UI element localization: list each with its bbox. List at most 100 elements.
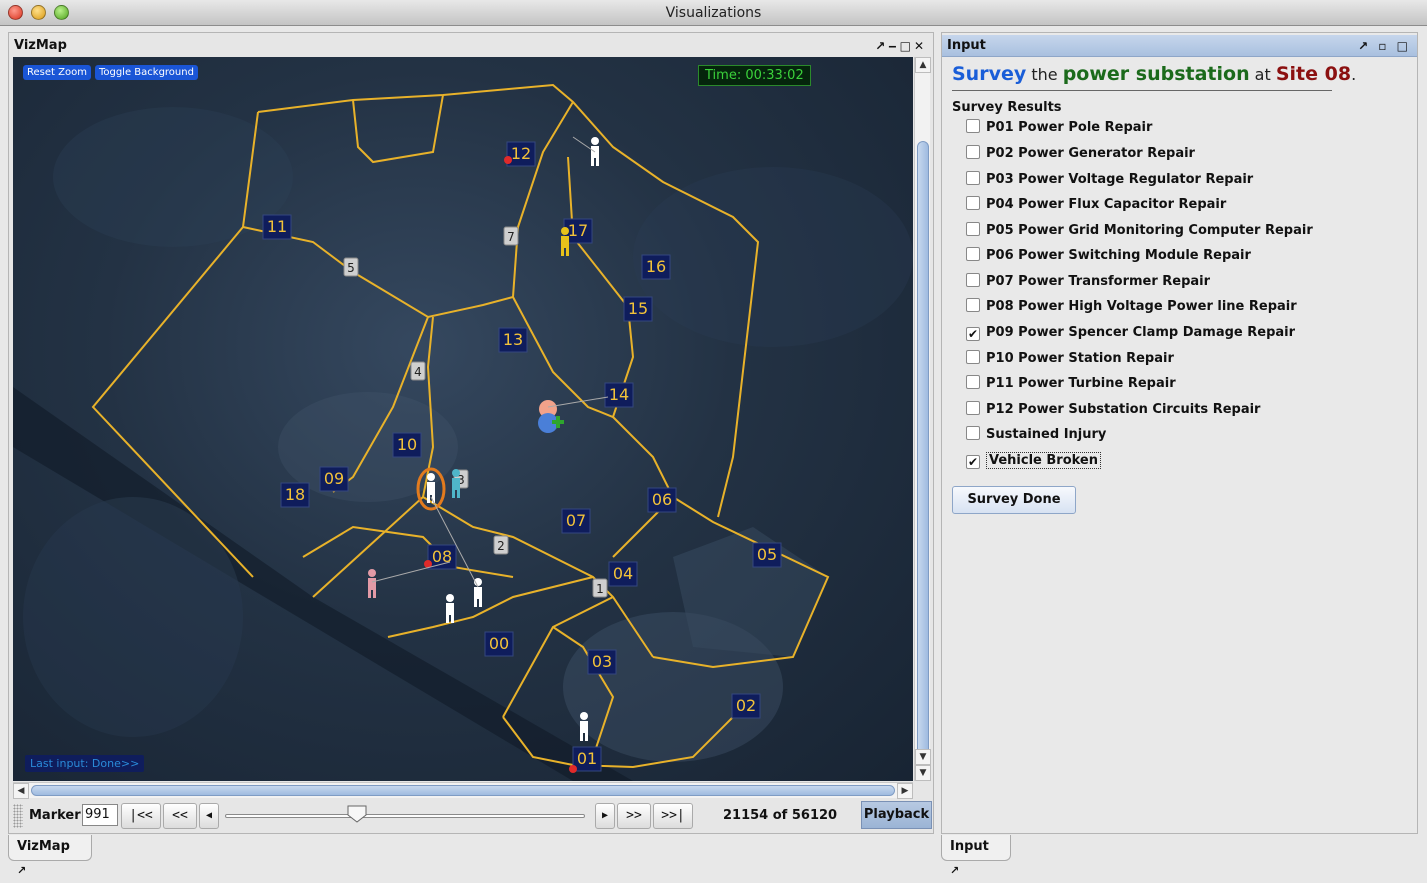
waypoint-5[interactable]: 5 xyxy=(343,257,359,277)
result-p02[interactable]: P02 Power Generator Repair xyxy=(966,144,1195,164)
site-marker-01[interactable]: 01 xyxy=(572,746,602,772)
checkbox[interactable] xyxy=(966,247,980,261)
result-p07[interactable]: P07 Power Transformer Repair xyxy=(966,272,1210,292)
result-p01[interactable]: P01 Power Pole Repair xyxy=(966,118,1152,138)
site-marker-05[interactable]: 05 xyxy=(752,542,782,568)
waypoint-2[interactable]: 2 xyxy=(493,535,509,555)
result-p11[interactable]: P11 Power Turbine Repair xyxy=(966,374,1176,394)
checkbox-checked[interactable]: ✔ xyxy=(966,327,980,341)
horizontal-scrollbar[interactable]: ◀ ▶ xyxy=(13,782,913,799)
horizontal-scroll-thumb[interactable] xyxy=(31,785,895,796)
checkbox[interactable] xyxy=(966,350,980,364)
map-toolbar: Reset Zoom Toggle Background xyxy=(23,65,198,80)
site-marker-07[interactable]: 07 xyxy=(561,508,591,534)
first-frame-button[interactable]: |<< xyxy=(121,803,161,829)
playback-button[interactable]: Playback xyxy=(861,801,932,829)
result-p03[interactable]: P03 Power Voltage Regulator Repair xyxy=(966,170,1253,190)
site-marker-16[interactable]: 16 xyxy=(641,254,671,280)
checkbox-checked[interactable]: ✔ xyxy=(966,455,980,469)
minimize-window-button[interactable] xyxy=(31,5,46,20)
tab-vizmap[interactable]: VizMap ↗ xyxy=(8,835,92,877)
panel-window-icons[interactable]: ↗ ▫ □ xyxy=(1358,35,1411,57)
site-label: 13 xyxy=(503,330,523,349)
scroll-right-button[interactable]: ▶ xyxy=(897,783,913,799)
site-marker-13[interactable]: 13 xyxy=(498,327,528,353)
survey-results-title: Survey Results xyxy=(952,100,1062,115)
person-icon xyxy=(368,569,376,598)
result-p12[interactable]: P12 Power Substation Circuits Repair xyxy=(966,400,1260,420)
undock-icon[interactable]: ↗ xyxy=(950,864,959,877)
checkbox[interactable] xyxy=(966,222,980,236)
site-marker-04[interactable]: 04 xyxy=(608,561,638,587)
site-marker-06[interactable]: 06 xyxy=(647,487,677,513)
result-p08[interactable]: P08 Power High Voltage Power line Repair xyxy=(966,297,1297,317)
map-canvas[interactable]: 00 01 02 03 04 05 06 07 08 09 10 11 12 1… xyxy=(13,57,913,781)
close-window-button[interactable] xyxy=(8,5,23,20)
reset-zoom-button[interactable]: Reset Zoom xyxy=(23,65,91,80)
site-marker-08[interactable]: 08 xyxy=(427,544,457,570)
scroll-left-button[interactable]: ◀ xyxy=(13,783,29,799)
result-vehicle-broken[interactable]: ✔ Vehicle Broken xyxy=(966,451,1102,471)
checkbox[interactable] xyxy=(966,273,980,287)
frame-counter: 21154 of 56120 xyxy=(723,808,838,823)
site-marker-09[interactable]: 09 xyxy=(319,466,349,492)
tab-input[interactable]: Input ↗ xyxy=(941,835,1011,877)
checkbox[interactable] xyxy=(966,401,980,415)
toggle-background-button[interactable]: Toggle Background xyxy=(94,65,198,80)
scroll-down-button-2[interactable]: ▼ xyxy=(915,765,931,781)
link-line xyxy=(371,561,451,583)
checkbox[interactable] xyxy=(966,119,980,133)
site-label: 15 xyxy=(628,299,648,318)
result-p10[interactable]: P10 Power Station Repair xyxy=(966,349,1174,369)
svg-text:2: 2 xyxy=(497,539,505,553)
result-p09[interactable]: ✔ P09 Power Spencer Clamp Damage Repair xyxy=(966,323,1295,343)
site-marker-02[interactable]: 02 xyxy=(731,693,761,719)
timeline-slider-knob[interactable] xyxy=(347,805,367,823)
checkbox[interactable] xyxy=(966,145,980,159)
waypoint-4[interactable]: 4 xyxy=(410,361,426,381)
step-forward-button[interactable]: ▶ xyxy=(595,803,615,829)
previous-button[interactable]: << xyxy=(163,803,197,829)
result-p04[interactable]: P04 Power Flux Capacitor Repair xyxy=(966,195,1226,215)
input-header: Input ↗ ▫ □ xyxy=(942,35,1417,57)
checkbox[interactable] xyxy=(966,298,980,312)
site-marker-14[interactable]: 14 xyxy=(604,382,634,408)
survey-done-button[interactable]: Survey Done xyxy=(952,486,1076,514)
site-marker-03[interactable]: 03 xyxy=(587,649,617,675)
marker-input[interactable]: 991 xyxy=(82,804,118,826)
site-label: 05 xyxy=(757,545,777,564)
site-marker-15[interactable]: 15 xyxy=(623,296,653,322)
last-frame-button[interactable]: >>| xyxy=(653,803,693,829)
panel-window-icons[interactable]: ↗‒□✕ xyxy=(875,35,927,57)
step-back-button[interactable]: ◀ xyxy=(199,803,219,829)
result-p05[interactable]: P05 Power Grid Monitoring Computer Repai… xyxy=(966,221,1313,241)
site-label: 00 xyxy=(489,634,509,653)
waypoint-1[interactable]: 1 xyxy=(592,578,608,598)
result-sustained-injury[interactable]: Sustained Injury xyxy=(966,425,1106,445)
site-marker-10[interactable]: 10 xyxy=(392,432,422,458)
site-marker-18[interactable]: 18 xyxy=(280,482,310,508)
toolbar-grip[interactable] xyxy=(13,804,23,828)
vizmap-title: VizMap xyxy=(14,38,67,53)
svg-text:5: 5 xyxy=(347,261,355,275)
checkbox[interactable] xyxy=(966,196,980,210)
vertical-scroll-thumb[interactable] xyxy=(917,141,929,761)
checkbox[interactable] xyxy=(966,426,980,440)
result-p06[interactable]: P06 Power Switching Module Repair xyxy=(966,246,1251,266)
map-view[interactable]: 00 01 02 03 04 05 06 07 08 09 10 11 12 1… xyxy=(13,57,913,781)
zoom-window-button[interactable] xyxy=(54,5,69,20)
scroll-up-button[interactable]: ▲ xyxy=(915,57,931,73)
site-marker-11[interactable]: 11 xyxy=(262,214,292,240)
undock-icon[interactable]: ↗ xyxy=(17,864,26,877)
checkbox[interactable] xyxy=(966,375,980,389)
timeline-slider[interactable] xyxy=(225,814,585,818)
checkbox[interactable] xyxy=(966,171,980,185)
vertical-scrollbar[interactable]: ▲ ▼ ▼ xyxy=(914,57,931,781)
waypoint-7[interactable]: 7 xyxy=(503,226,519,246)
site-marker-00[interactable]: 00 xyxy=(484,631,514,657)
site-marker-12[interactable]: 12 xyxy=(506,141,536,167)
input-title: Input xyxy=(947,38,986,53)
next-button[interactable]: >> xyxy=(617,803,651,829)
scroll-down-button[interactable]: ▼ xyxy=(915,749,931,765)
person-icon xyxy=(446,594,454,623)
